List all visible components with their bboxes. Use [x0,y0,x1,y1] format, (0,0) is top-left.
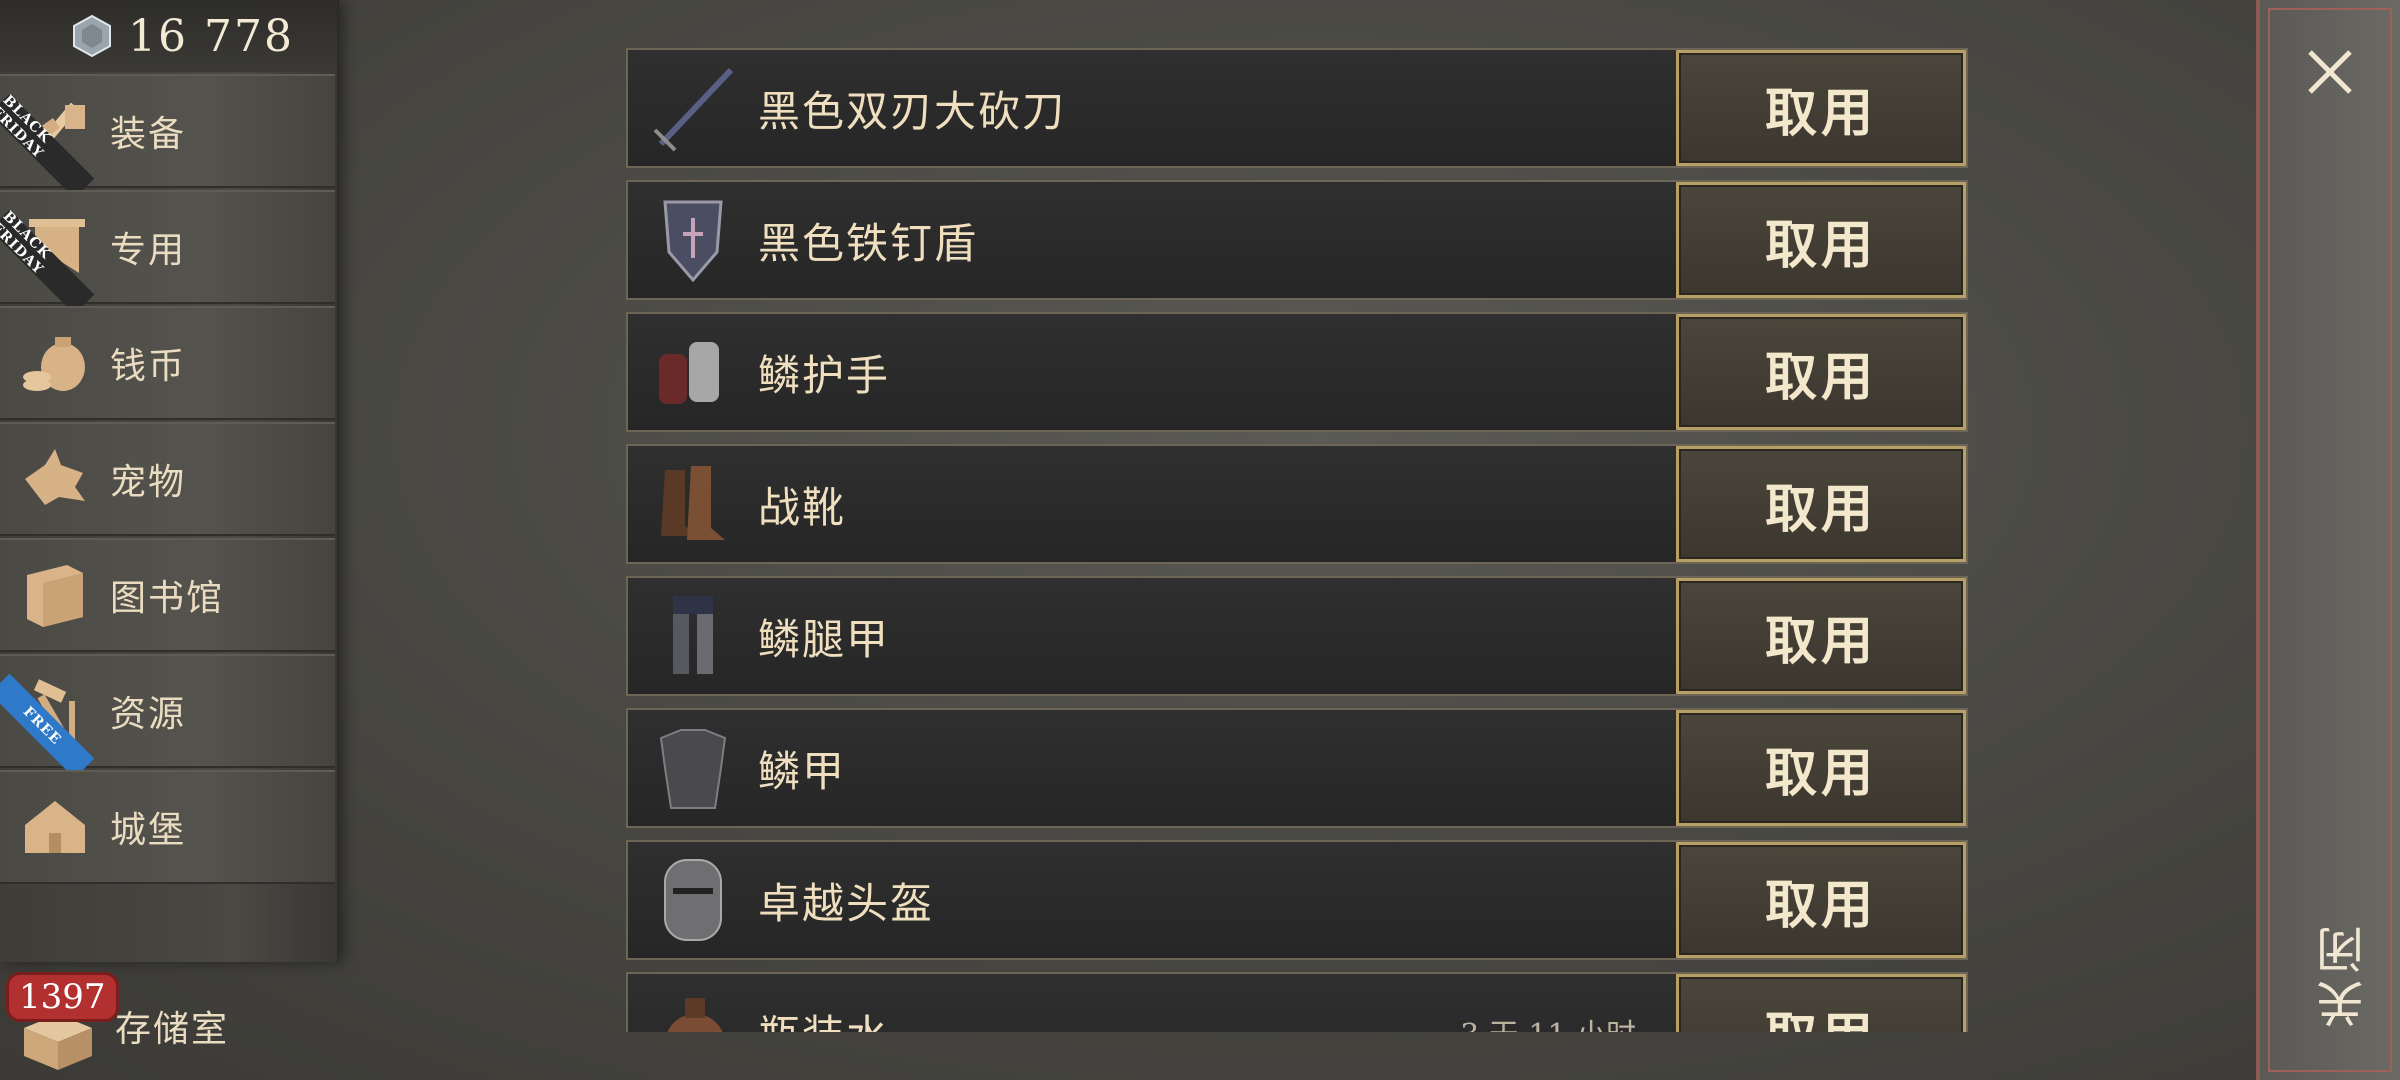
boots-icon [628,446,758,562]
list-item: 黑色双刃大砍刀 取用 [626,48,1968,168]
take-button[interactable]: 取用 [1676,50,1966,166]
sidebar-item-pets[interactable]: 宠物 [0,422,335,536]
item-list[interactable]: 黑色双刃大砍刀 取用 黑色铁钉盾 取用 鳞护手 取用 战靴 取用 鳞腿甲 取用 [626,48,1968,1032]
category-sidebar: 16 778 BLACK FRIDAY 装备 BLACK FRIDAY 专用 钱… [0,0,339,962]
chest-armor-icon [628,710,758,826]
sidebar-item-exclusive[interactable]: BLACK FRIDAY 专用 [0,190,335,315]
take-button[interactable]: 取用 [1676,974,1966,1032]
item-name: 鳞甲 [758,746,847,796]
sidebar-item-label: 图书馆 [110,578,225,619]
take-button[interactable]: 取用 [1676,446,1966,562]
money-bag-icon [0,308,110,418]
sidebar-item-label: 专用 [110,230,187,271]
helmet-icon [628,842,758,958]
book-icon [0,540,110,650]
tools-icon: FREE [0,656,110,779]
sword-icon [628,50,758,166]
gauntlets-icon [628,314,758,430]
leg-armor-icon [628,578,758,694]
take-button[interactable]: 取用 [1676,578,1966,694]
list-item: 卓越头盔 取用 [626,840,1968,960]
banner-icon: BLACK FRIDAY [0,192,110,315]
sidebar-item-label: 钱币 [110,346,187,387]
list-item: 鳞护手 取用 [626,312,1968,432]
sidebar-item-coins[interactable]: 钱币 [0,306,335,420]
item-name: 鳞腿甲 [758,614,891,664]
list-item: 黑色铁钉盾 取用 [626,180,1968,300]
shield-icon [628,182,758,298]
item-name: 卓越头盔 [758,878,935,928]
house-icon [0,772,110,882]
close-icon[interactable] [2306,48,2354,96]
take-button[interactable]: 取用 [1676,314,1966,430]
sword-hammer-icon: BLACK FRIDAY [0,76,110,199]
item-name: 黑色铁钉盾 [758,218,979,268]
sidebar-item-equipment[interactable]: BLACK FRIDAY 装备 [0,74,335,199]
storage-label: 存储室 [115,1009,230,1050]
list-item: 瓶装水 3 天 11 小时 取用 [626,972,1968,1032]
currency-amount: 16 778 [128,10,294,62]
close-panel-frame [2268,8,2392,1072]
gem-icon [70,14,114,58]
list-item: 战靴 取用 [626,444,1968,564]
sidebar-item-label: 资源 [110,694,187,735]
item-name: 黑色双刃大砍刀 [758,86,1067,136]
take-button[interactable]: 取用 [1676,182,1966,298]
sidebar-item-label: 装备 [110,114,187,155]
sidebar-item-library[interactable]: 图书馆 [0,538,335,652]
storage-button[interactable]: 1397 存储室 [0,970,337,1080]
sidebar-item-label: 宠物 [110,462,187,503]
item-name: 战靴 [758,482,847,532]
take-button[interactable]: 取用 [1676,842,1966,958]
item-timer: 3 天 11 小时 [1460,1010,1636,1032]
list-item: 鳞腿甲 取用 [626,576,1968,696]
sidebar-item-label: 城堡 [110,810,187,851]
item-name: 瓶装水 [758,1002,1460,1033]
currency-display: 16 778 [0,0,337,72]
close-panel[interactable]: 关闭 [2256,0,2400,1080]
list-item: 鳞甲 取用 [626,708,1968,828]
wolf-icon [0,424,110,534]
sidebar-item-resources[interactable]: FREE 资源 [0,654,335,779]
flask-icon [628,974,758,1032]
storage-count-badge: 1397 [6,972,119,1022]
sidebar-item-castle[interactable]: 城堡 [0,770,335,884]
item-name: 鳞护手 [758,350,891,400]
close-label[interactable]: 关闭 [2310,920,2380,1028]
take-button[interactable]: 取用 [1676,710,1966,826]
